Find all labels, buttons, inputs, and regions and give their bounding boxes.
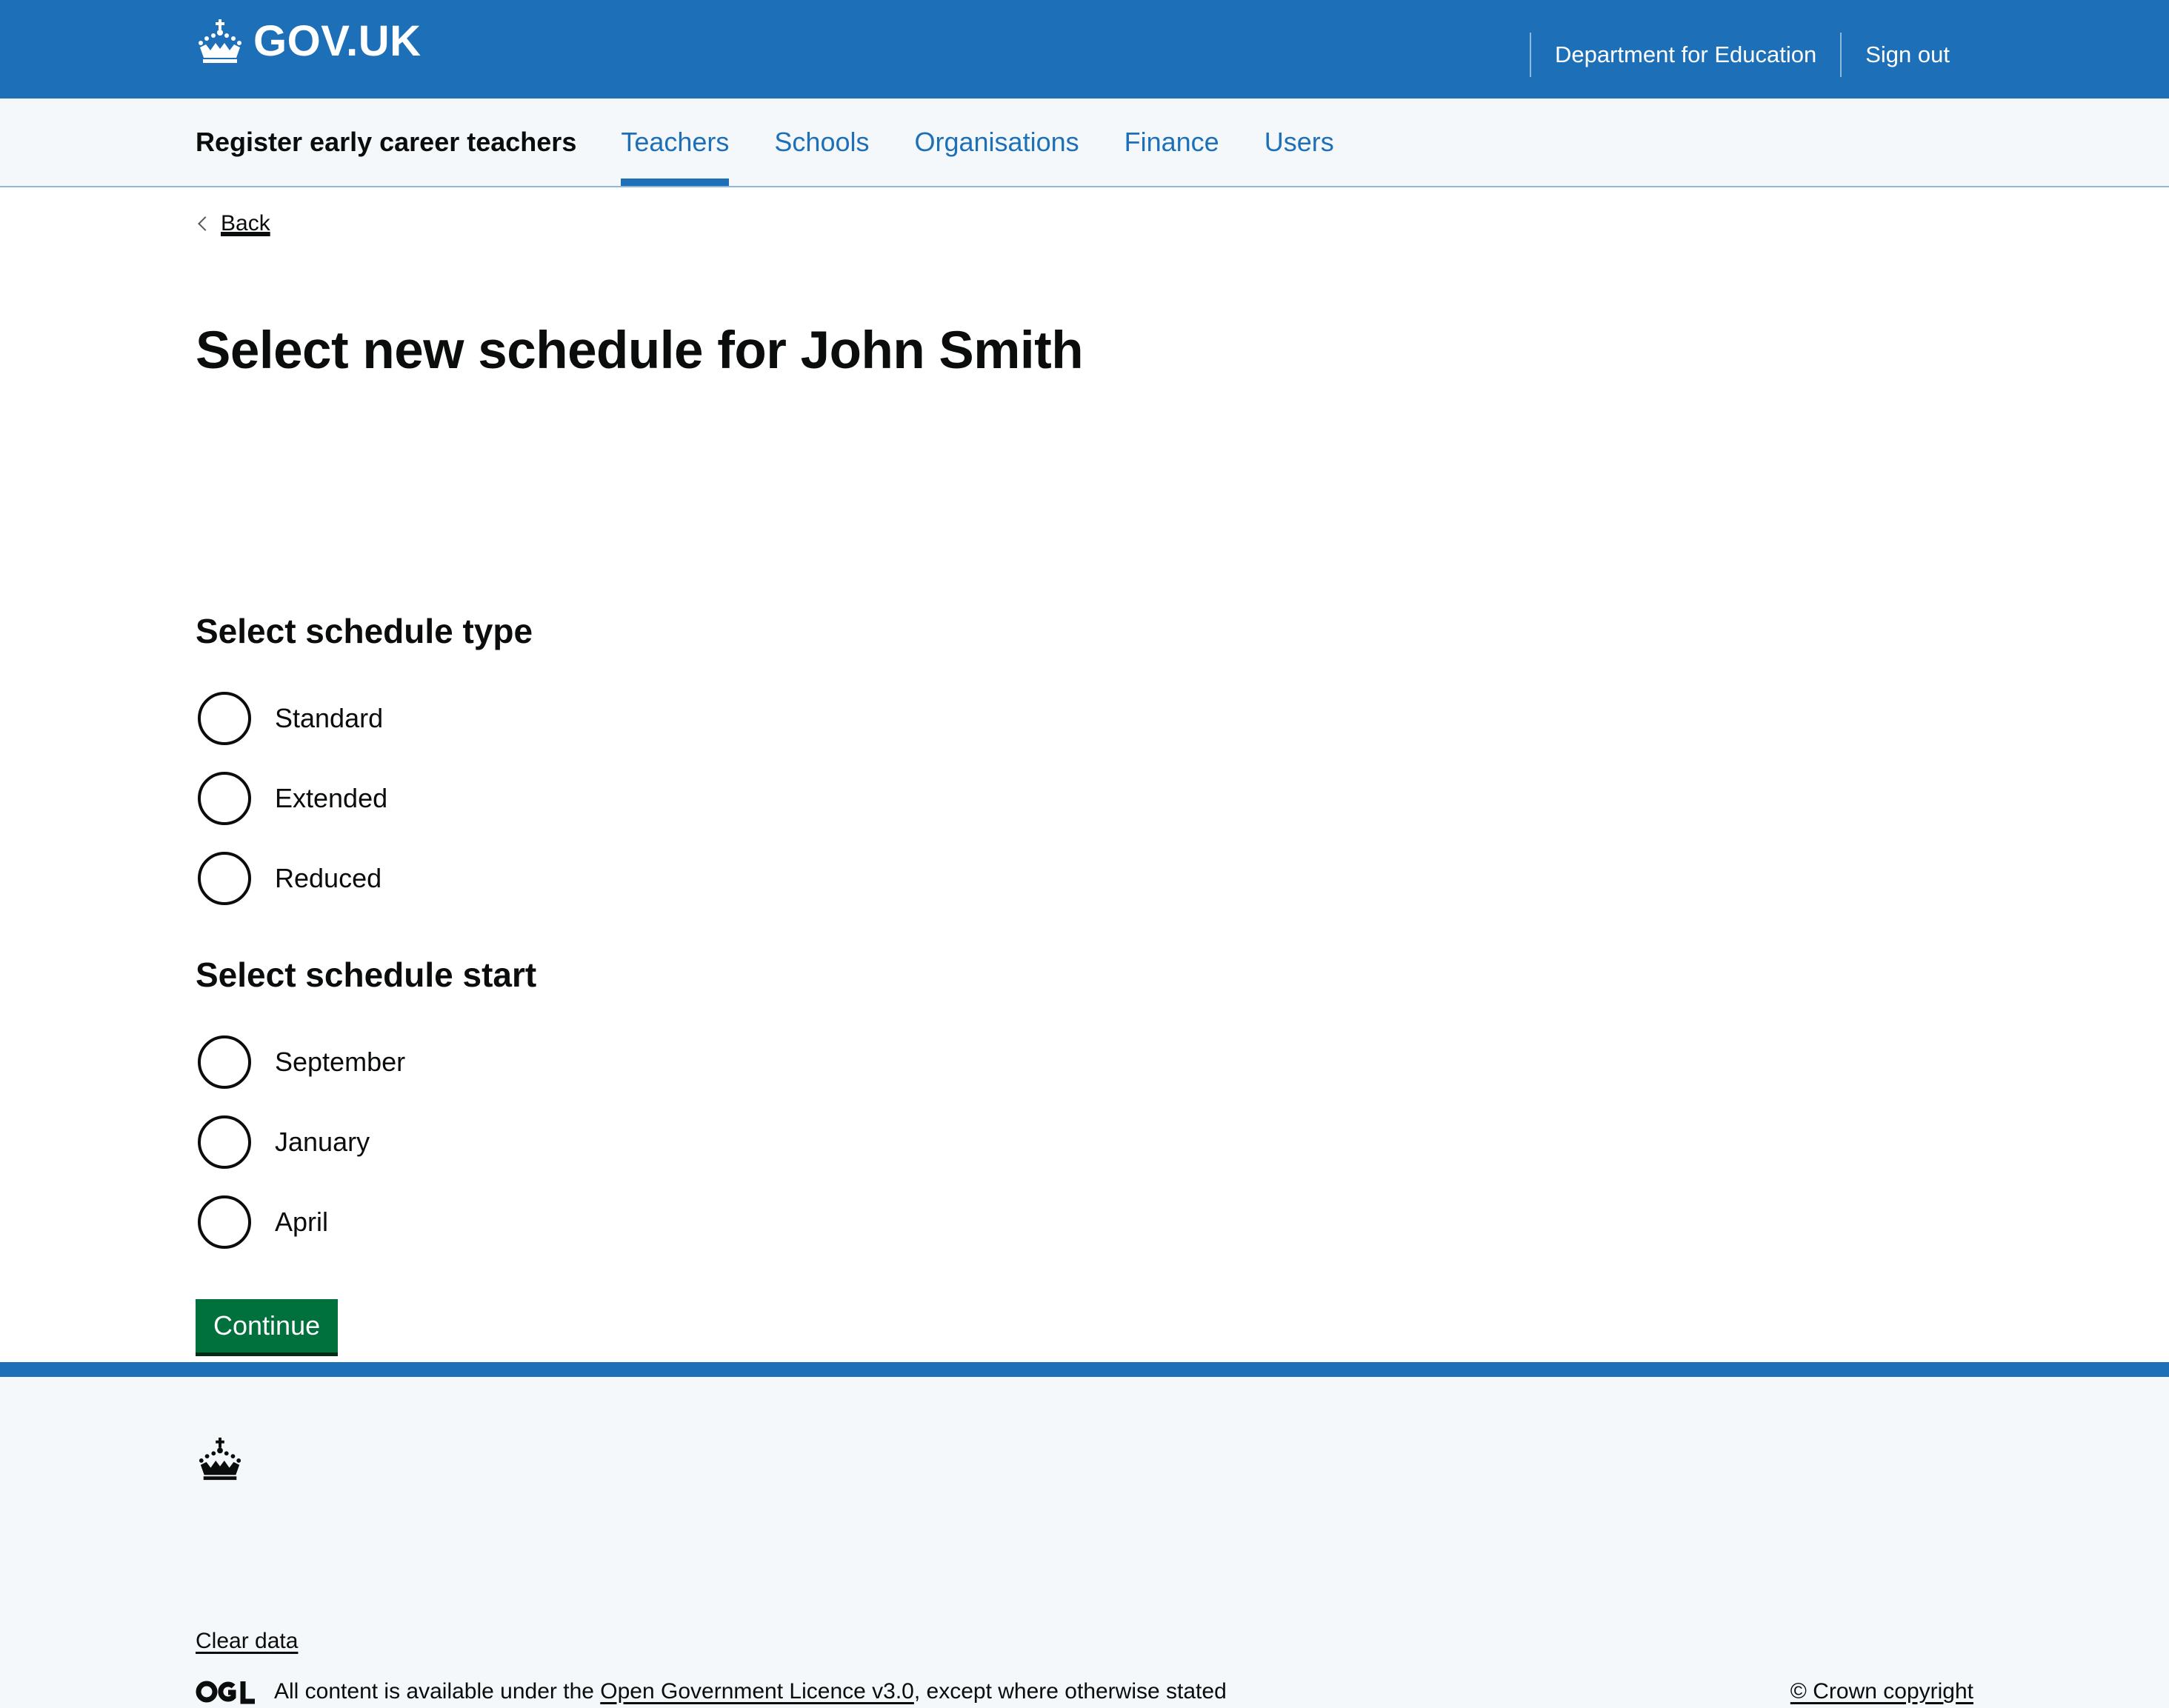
- continue-button[interactable]: Continue: [196, 1299, 339, 1352]
- service-navigation: Register early career teachers Teachers …: [0, 99, 2169, 187]
- radio-standard-label: Standard: [275, 703, 384, 733]
- department-link[interactable]: Department for Education: [1529, 33, 1840, 77]
- nav-item-users[interactable]: Users: [1265, 99, 1334, 186]
- schedule-type-legend: Select schedule type: [196, 612, 533, 650]
- crown-icon: [199, 19, 241, 63]
- radio-april-input[interactable]: [198, 1195, 251, 1249]
- main-content: Back Select new schedule for John Smith …: [0, 187, 2169, 1362]
- service-name: Register early career teachers: [196, 127, 577, 157]
- clear-data-link[interactable]: Clear data: [196, 1629, 298, 1654]
- radio-standard-input[interactable]: [198, 692, 251, 745]
- schedule-start-legend: Select schedule start: [196, 955, 537, 994]
- header-navigation: Department for Education Sign out: [1529, 33, 1973, 77]
- open-government-licence-link[interactable]: Open Government Licence v3.0: [600, 1679, 914, 1704]
- radio-reduced-label: Reduced: [275, 863, 382, 893]
- nav-item-teachers[interactable]: Teachers: [621, 99, 730, 186]
- radio-september-input[interactable]: [198, 1035, 251, 1089]
- radio-september-label: September: [275, 1047, 406, 1077]
- nav-item-organisations[interactable]: Organisations: [915, 99, 1079, 186]
- radio-april-label: April: [275, 1207, 329, 1237]
- govuk-footer: Clear data All content is available unde…: [0, 1362, 2169, 1708]
- govuk-header: GOV.UK Department for Education Sign out: [0, 0, 2169, 99]
- govuk-logotype: GOV.UK: [253, 17, 422, 65]
- page-title: Select new schedule for John Smith: [196, 321, 1084, 380]
- sign-out-link[interactable]: Sign out: [1840, 33, 1973, 77]
- chevron-left-icon: [198, 216, 213, 231]
- radio-standard[interactable]: Standard: [198, 689, 383, 748]
- crown-copyright-link[interactable]: © Crown copyright: [1790, 1679, 1973, 1704]
- licence-text-prefix: All content is available under the: [274, 1679, 601, 1704]
- radio-january[interactable]: January: [198, 1112, 370, 1172]
- radio-extended-input[interactable]: [198, 772, 251, 825]
- radio-september[interactable]: September: [198, 1033, 405, 1092]
- nav-item-schools[interactable]: Schools: [774, 99, 869, 186]
- govuk-logo-link[interactable]: GOV.UK: [196, 16, 421, 66]
- radio-january-input[interactable]: [198, 1115, 251, 1169]
- crown-icon: [199, 1437, 241, 1481]
- radio-extended-label: Extended: [275, 783, 388, 813]
- back-link-label: Back: [221, 211, 270, 236]
- nav-item-finance[interactable]: Finance: [1125, 99, 1219, 186]
- radio-january-label: January: [275, 1127, 370, 1157]
- radio-extended[interactable]: Extended: [198, 769, 387, 828]
- licence-text-suffix: , except where otherwise stated: [913, 1679, 1227, 1704]
- radio-reduced-input[interactable]: [198, 852, 251, 905]
- ogl-logo: [196, 1681, 255, 1704]
- radio-reduced[interactable]: Reduced: [198, 849, 382, 908]
- licence-row: All content is available under the Open …: [196, 1679, 1227, 1704]
- radio-april[interactable]: April: [198, 1192, 328, 1252]
- back-link[interactable]: Back: [196, 211, 270, 236]
